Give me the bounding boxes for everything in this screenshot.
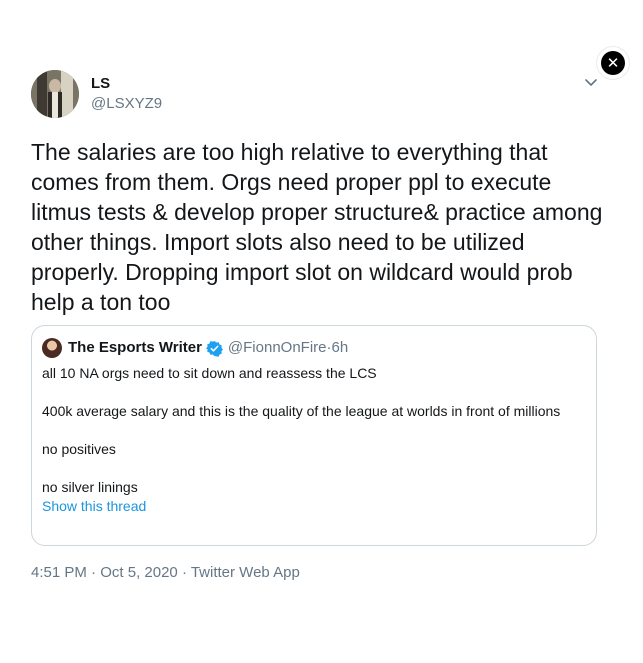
quoted-paragraph: no silver linings [42, 479, 138, 495]
tweet-date[interactable]: Oct 5, 2020 [100, 564, 178, 581]
avatar[interactable] [31, 70, 79, 118]
more-options-button[interactable] [583, 74, 599, 95]
verified-badge-icon [205, 340, 223, 357]
quoted-author-handle: @FionnOnFire [227, 339, 327, 356]
quoted-tweet[interactable]: The Esports Writer @FionnOnFire · 6h all… [31, 325, 597, 546]
tweet-metadata: 4:51 PM · Oct 5, 2020 · Twitter Web App [31, 563, 300, 583]
quoted-paragraph: 400k average salary and this is the qual… [42, 403, 561, 419]
show-thread-link[interactable]: Show this thread [42, 497, 586, 516]
author-name[interactable]: LS [91, 74, 162, 94]
chevron-down-icon [585, 79, 597, 86]
tweet-header: LS @LSXYZ9 [31, 70, 162, 118]
meta-separator: · [86, 564, 101, 581]
quoted-tweet-age: 6h [331, 339, 349, 356]
quoted-author-name: The Esports Writer [68, 339, 202, 356]
author-handle[interactable]: @LSXYZ9 [91, 94, 162, 114]
meta-separator: · [177, 564, 191, 581]
quoted-tweet-header: The Esports Writer @FionnOnFire · 6h [42, 338, 586, 358]
tweet-time[interactable]: 4:51 PM [31, 564, 87, 581]
quoted-paragraph: all 10 NA orgs need to sit down and reas… [42, 365, 377, 381]
quoted-paragraph: no positives [42, 441, 116, 457]
close-button[interactable]: ✕ [597, 47, 629, 79]
tweet-source[interactable]: Twitter Web App [191, 564, 300, 581]
close-icon: ✕ [601, 51, 625, 75]
quoted-author-avatar [42, 338, 62, 358]
quoted-tweet-text: all 10 NA orgs need to sit down and reas… [42, 364, 586, 497]
avatar-image [31, 70, 79, 118]
tweet-text: The salaries are too high relative to ev… [31, 139, 603, 315]
